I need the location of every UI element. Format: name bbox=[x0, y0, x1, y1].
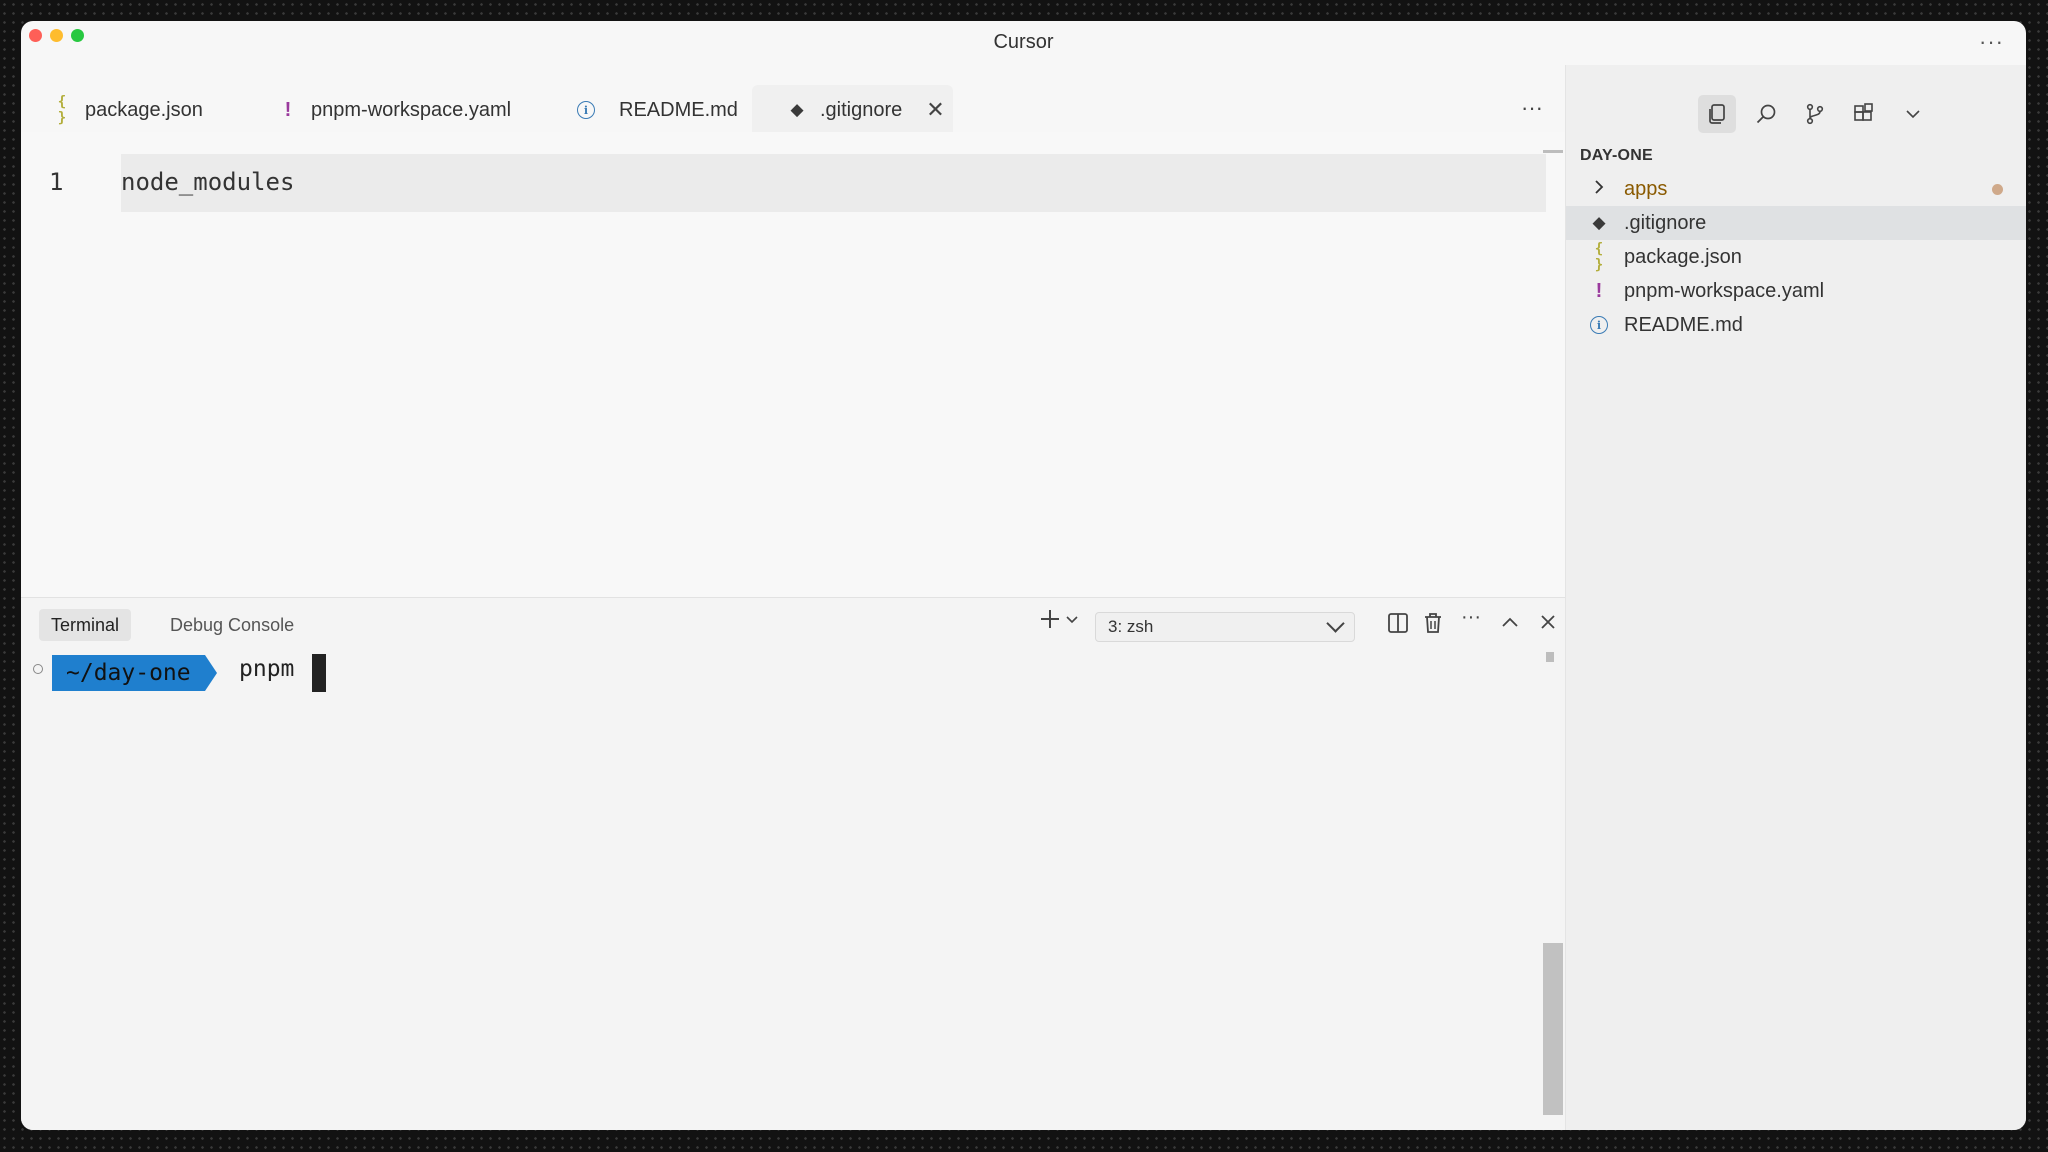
explorer-sidebar: DAY-ONE apps ◆ .gitignore { } package.js… bbox=[1565, 65, 2026, 1130]
tab-gitignore[interactable]: ◆ .gitignore ✕ bbox=[752, 85, 953, 135]
tab-readme-md[interactable]: i README.md bbox=[567, 85, 748, 135]
terminal-select[interactable]: 3: zsh bbox=[1095, 612, 1355, 642]
terminal-cursor bbox=[312, 654, 326, 692]
json-icon: { } bbox=[1594, 241, 1604, 273]
git-icon: ◆ bbox=[790, 100, 804, 119]
tree-item-label: .gitignore bbox=[1624, 211, 1707, 234]
tab-label: .gitignore bbox=[820, 98, 903, 121]
close-panel-button[interactable] bbox=[1538, 612, 1558, 632]
tree-item-label: package.json bbox=[1624, 245, 1742, 268]
tree-file-gitignore[interactable]: ◆ .gitignore bbox=[1566, 206, 2026, 240]
tab-terminal[interactable]: Terminal bbox=[39, 609, 132, 641]
tree-item-label: README.md bbox=[1624, 313, 1743, 336]
explorer-root-title[interactable]: DAY-ONE bbox=[1580, 147, 1653, 165]
yaml-icon: ! bbox=[284, 98, 292, 121]
code-line[interactable]: node_modules bbox=[121, 168, 294, 196]
git-icon: ◆ bbox=[1592, 213, 1606, 232]
terminal-scrollbar-thumb[interactable] bbox=[1543, 943, 1563, 1115]
info-icon: i bbox=[1590, 316, 1608, 334]
tree-file-readme-md[interactable]: i README.md bbox=[1566, 308, 2026, 342]
json-icon: { } bbox=[57, 94, 67, 126]
editor-tab-bar: { } package.json ! pnpm-workspace.yaml i… bbox=[21, 65, 1565, 139]
terminal-prompt: ~/day-one bbox=[52, 655, 217, 691]
prompt-path: ~/day-one bbox=[52, 655, 205, 691]
tab-debug-console[interactable]: Debug Console bbox=[158, 609, 306, 641]
tab-label: README.md bbox=[619, 98, 738, 121]
extensions-view-button[interactable] bbox=[1845, 95, 1883, 133]
tab-pnpm-workspace-yaml[interactable]: ! pnpm-workspace.yaml bbox=[267, 85, 521, 135]
search-icon bbox=[1756, 104, 1776, 124]
plus-icon bbox=[1041, 610, 1059, 628]
code-editor[interactable]: 1 node_modules bbox=[21, 132, 1565, 597]
command-decoration-icon bbox=[33, 664, 43, 674]
prompt-arrow bbox=[204, 655, 217, 691]
search-view-button[interactable] bbox=[1747, 95, 1785, 133]
tree-folder-apps[interactable]: apps bbox=[1566, 172, 2026, 206]
info-icon: i bbox=[577, 101, 595, 119]
source-control-icon bbox=[1806, 103, 1824, 125]
app-window: Cursor ··· { } package.json ! pnpm-works… bbox=[21, 21, 2026, 1130]
chevron-down-icon[interactable] bbox=[1065, 612, 1079, 626]
chevron-right-icon[interactable] bbox=[1588, 179, 1610, 200]
current-line-highlight bbox=[121, 154, 1546, 212]
tree-file-pnpm-workspace-yaml[interactable]: ! pnpm-workspace.yaml bbox=[1566, 274, 2026, 308]
chevron-down-icon bbox=[1326, 614, 1345, 633]
tab-label: package.json bbox=[85, 98, 203, 121]
editor-more-actions-icon[interactable]: ··· bbox=[1521, 95, 1543, 121]
line-number: 1 bbox=[49, 168, 64, 196]
split-icon bbox=[1388, 613, 1408, 633]
maximize-panel-button[interactable] bbox=[1500, 612, 1520, 632]
split-terminal-button[interactable] bbox=[1387, 612, 1409, 634]
explorer-view-button[interactable] bbox=[1698, 95, 1736, 133]
tree-item-label: apps bbox=[1624, 177, 1668, 200]
panel-more-icon[interactable]: ··· bbox=[1461, 606, 1481, 629]
chevron-up-icon bbox=[1502, 617, 1518, 627]
files-icon bbox=[1709, 104, 1725, 124]
more-views-button[interactable] bbox=[1894, 95, 1932, 133]
tree-item-label: pnpm-workspace.yaml bbox=[1624, 279, 1825, 302]
tree-file-package-json[interactable]: { } package.json bbox=[1566, 240, 2026, 274]
terminal-select-value: 3: zsh bbox=[1108, 617, 1154, 636]
terminal-scroll-marker bbox=[1546, 652, 1554, 662]
close-icon bbox=[1541, 615, 1555, 629]
tab-package-json[interactable]: { } package.json bbox=[41, 85, 213, 135]
trash-icon bbox=[1425, 613, 1441, 633]
terminal-command[interactable]: pnpm bbox=[239, 656, 294, 682]
close-tab-icon[interactable]: ✕ bbox=[926, 97, 944, 123]
kill-terminal-button[interactable] bbox=[1423, 612, 1443, 634]
yaml-icon: ! bbox=[1595, 279, 1603, 302]
modified-indicator bbox=[1992, 184, 2003, 195]
source-control-view-button[interactable] bbox=[1796, 95, 1834, 133]
editor-scrollbar[interactable] bbox=[1543, 150, 1563, 153]
title-bar: Cursor ··· bbox=[21, 21, 2026, 65]
bottom-panel: Terminal Debug Console 3: zsh ··· ~/day-… bbox=[21, 597, 1565, 1130]
extensions-icon bbox=[1854, 103, 1873, 121]
new-terminal-button[interactable] bbox=[1039, 608, 1079, 630]
info-icon-wrap: i bbox=[1588, 316, 1610, 334]
chevron-down-icon bbox=[1906, 110, 1920, 119]
tab-label: pnpm-workspace.yaml bbox=[311, 98, 512, 121]
window-title: Cursor bbox=[993, 31, 1054, 53]
window-more-icon[interactable]: ··· bbox=[1979, 29, 2004, 55]
